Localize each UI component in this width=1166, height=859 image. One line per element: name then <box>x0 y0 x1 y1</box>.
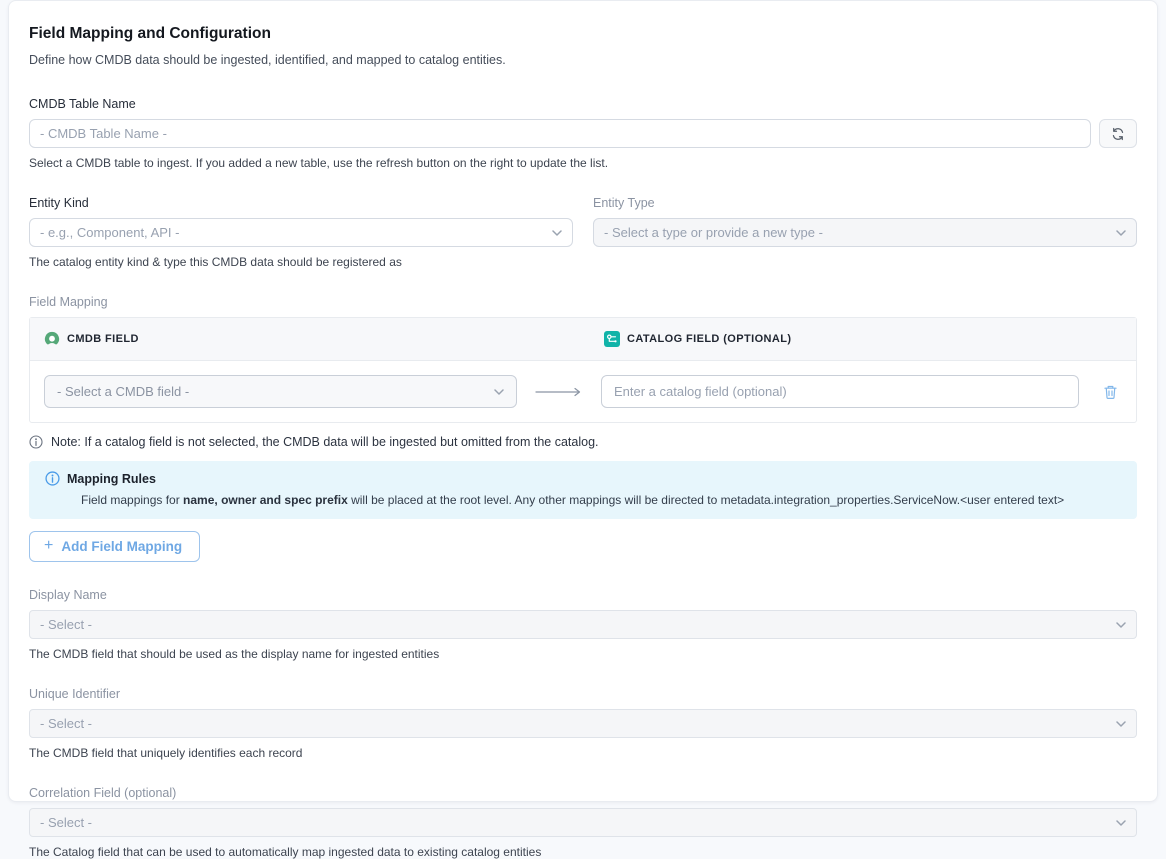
cmdb-table-name-label: CMDB Table Name <box>29 97 1137 111</box>
chevron-down-icon <box>552 230 562 236</box>
field-mapping-row: - Select a CMDB field - <box>30 361 1136 422</box>
unique-identifier-select[interactable]: - Select - <box>29 709 1137 738</box>
entity-type-select[interactable]: - Select a type or provide a new type - <box>593 218 1137 247</box>
correlation-field-placeholder: - Select - <box>40 815 92 830</box>
correlation-field-select[interactable]: - Select - <box>29 808 1137 837</box>
correlation-field-help: The Catalog field that can be used to au… <box>29 845 1137 859</box>
mapping-arrow-icon <box>535 387 583 397</box>
display-name-label: Display Name <box>29 588 1137 602</box>
entity-type-group: Entity Type - Select a type or provide a… <box>593 196 1137 269</box>
mapping-rules-title-row: Mapping Rules <box>45 471 1121 486</box>
entity-kind-help: The catalog entity kind & type this CMDB… <box>29 255 573 269</box>
display-name-placeholder: - Select - <box>40 617 92 632</box>
field-mapping-section-label: Field Mapping <box>29 295 1137 309</box>
cmdb-field-select[interactable]: - Select a CMDB field - <box>44 375 517 408</box>
entity-kind-label: Entity Kind <box>29 196 573 210</box>
chevron-down-icon <box>1116 820 1126 826</box>
mapping-rules-text: Field mappings for <box>81 493 183 507</box>
page-subtitle: Define how CMDB data should be ingested,… <box>29 53 1137 67</box>
correlation-field-label: Correlation Field (optional) <box>29 786 1137 800</box>
catalog-field-column-header: CATALOG FIELD (OPTIONAL) <box>604 331 791 347</box>
note-text: Note: If a catalog field is not selected… <box>51 435 599 449</box>
add-field-mapping-button[interactable]: + Add Field Mapping <box>29 531 200 562</box>
entity-type-placeholder: - Select a type or provide a new type - <box>604 225 823 240</box>
refresh-icon <box>1111 127 1125 141</box>
field-mapping-table-header: CMDB FIELD CATALOG FIELD (OPTIONAL) <box>30 318 1136 361</box>
note-row: Note: If a catalog field is not selected… <box>29 435 1137 449</box>
field-mapping-table: CMDB FIELD CATALOG FIELD (OPTIONAL) - Se… <box>29 317 1137 423</box>
cmdb-field-column-header: CMDB FIELD <box>44 331 604 347</box>
chevron-down-icon <box>494 389 504 395</box>
mapping-rules-text: will be placed at the root level. Any ot… <box>348 493 1064 507</box>
correlation-field-group: Correlation Field (optional) - Select - … <box>29 786 1137 859</box>
unique-identifier-help: The CMDB field that uniquely identifies … <box>29 746 1137 760</box>
chevron-down-icon <box>1116 721 1126 727</box>
unique-identifier-placeholder: - Select - <box>40 716 92 731</box>
refresh-button[interactable] <box>1099 119 1137 148</box>
catalog-field-input[interactable] <box>601 375 1079 408</box>
entity-type-label: Entity Type <box>593 196 1137 210</box>
unique-identifier-group: Unique Identifier - Select - The CMDB fi… <box>29 687 1137 760</box>
info-icon <box>45 471 60 486</box>
cmdb-table-name-input[interactable] <box>29 119 1091 148</box>
chevron-down-icon <box>1116 230 1126 236</box>
unique-identifier-label: Unique Identifier <box>29 687 1137 701</box>
page-title: Field Mapping and Configuration <box>29 25 1137 43</box>
display-name-select[interactable]: - Select - <box>29 610 1137 639</box>
display-name-help: The CMDB field that should be used as th… <box>29 647 1137 661</box>
mapping-rules-box: Mapping Rules Field mappings for name, o… <box>29 461 1137 519</box>
entity-kind-select[interactable]: - e.g., Component, API - <box>29 218 573 247</box>
mapping-rules-body: Field mappings for name, owner and spec … <box>81 493 1121 507</box>
delete-mapping-button[interactable] <box>1099 380 1122 404</box>
servicenow-icon <box>44 331 60 347</box>
catalog-field-column-label: CATALOG FIELD (OPTIONAL) <box>627 333 791 345</box>
cmdb-table-name-help: Select a CMDB table to ingest. If you ad… <box>29 156 1137 170</box>
cmdb-field-column-label: CMDB FIELD <box>67 333 139 345</box>
trash-icon <box>1103 384 1118 400</box>
display-name-group: Display Name - Select - The CMDB field t… <box>29 588 1137 661</box>
mapping-rules-title: Mapping Rules <box>67 472 156 486</box>
field-mapping-config-card: Field Mapping and Configuration Define h… <box>8 0 1158 802</box>
catalog-icon <box>604 331 620 347</box>
mapping-rules-bold-text: name, owner and spec prefix <box>183 493 348 507</box>
cmdb-field-placeholder: - Select a CMDB field - <box>57 384 189 399</box>
add-field-mapping-label: Add Field Mapping <box>61 539 182 554</box>
entity-kind-group: Entity Kind - e.g., Component, API - The… <box>29 196 573 269</box>
entity-kind-placeholder: - e.g., Component, API - <box>40 225 179 240</box>
chevron-down-icon <box>1116 622 1126 628</box>
info-icon <box>29 435 43 449</box>
plus-icon: + <box>44 538 53 554</box>
